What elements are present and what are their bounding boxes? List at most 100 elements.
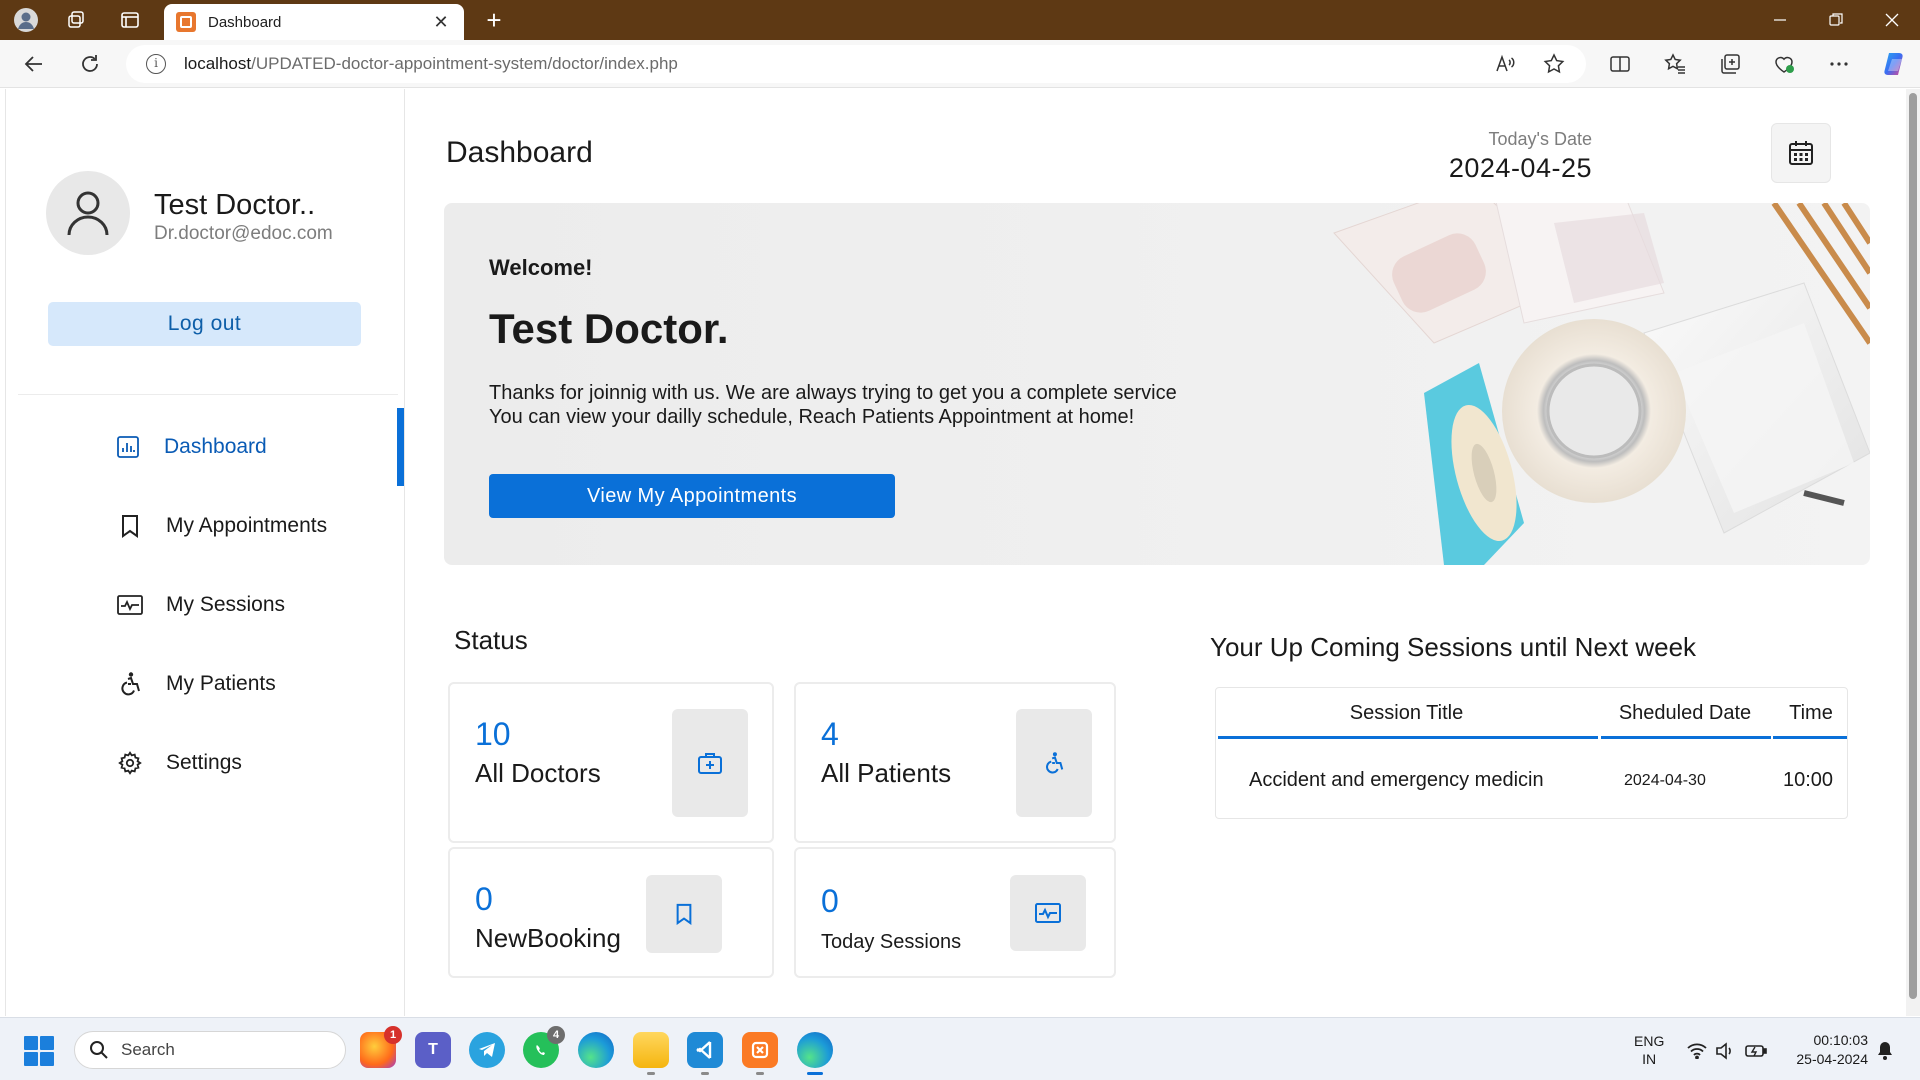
stat-card-all-patients[interactable]: 4 All Patients bbox=[794, 682, 1116, 843]
teams-app-icon[interactable]: T bbox=[415, 1032, 451, 1068]
stat-label: Today Sessions bbox=[821, 931, 962, 953]
column-header-session-title[interactable]: Session Title bbox=[1216, 702, 1597, 725]
whatsapp-app-icon[interactable]: 4 bbox=[523, 1026, 565, 1068]
stat-card-today-sessions[interactable]: 0 Today Sessions bbox=[794, 847, 1116, 978]
refresh-button[interactable] bbox=[74, 48, 106, 80]
profile-avatar-icon[interactable] bbox=[12, 6, 40, 34]
calendar-button[interactable] bbox=[1771, 123, 1831, 183]
browser-titlebar: Dashboard ✕ + bbox=[0, 0, 1920, 40]
browser-tab[interactable]: Dashboard ✕ bbox=[164, 4, 464, 40]
sidebar-divider bbox=[18, 394, 398, 395]
session-time-cell: 10:00 bbox=[1783, 769, 1834, 791]
telegram-app-icon[interactable] bbox=[469, 1032, 505, 1068]
favorites-icon[interactable] bbox=[1661, 50, 1689, 78]
session-date-cell: 2024-04-30 bbox=[1624, 772, 1706, 789]
tab-close-icon[interactable]: ✕ bbox=[430, 12, 452, 33]
stat-value: 0 bbox=[475, 881, 493, 917]
workspaces-icon[interactable] bbox=[62, 6, 90, 34]
sidebar-item-my-appointments[interactable]: My Appointments bbox=[6, 487, 406, 565]
active-window-indicator bbox=[807, 1072, 823, 1075]
patient-icon bbox=[1016, 709, 1092, 817]
windows-start-icon[interactable] bbox=[24, 1036, 54, 1066]
wifi-icon[interactable] bbox=[1686, 1040, 1708, 1062]
site-info-icon[interactable]: i bbox=[146, 54, 166, 74]
url-bar[interactable]: i localhost/UPDATED-doctor-appointment-s… bbox=[126, 45, 1586, 83]
language-indicator[interactable]: ENG IN bbox=[1634, 1032, 1664, 1068]
welcome-banner: Welcome! Test Doctor. Thanks for joinnig… bbox=[444, 203, 1870, 565]
collections-icon[interactable] bbox=[1716, 50, 1744, 78]
date-label: Today's Date bbox=[1488, 129, 1593, 149]
view-appointments-button[interactable]: View My Appointments bbox=[489, 474, 895, 518]
sidebar-item-my-patients[interactable]: My Patients bbox=[6, 645, 406, 723]
notification-badge: 4 bbox=[547, 1026, 565, 1044]
stat-card-all-doctors[interactable]: 10 All Doctors bbox=[448, 682, 774, 843]
medical-supplies-illustration bbox=[1333, 203, 1870, 565]
dashboard-icon bbox=[114, 433, 142, 461]
volume-icon[interactable] bbox=[1714, 1040, 1736, 1062]
profile-name: Test Doctor.. bbox=[154, 189, 316, 221]
search-icon bbox=[90, 1041, 108, 1059]
new-tab-button[interactable]: + bbox=[478, 4, 510, 36]
more-menu-icon[interactable] bbox=[1825, 50, 1853, 78]
header-underline bbox=[1601, 736, 1771, 739]
close-window-button[interactable] bbox=[1864, 0, 1920, 40]
file-explorer-app-icon[interactable] bbox=[633, 1032, 669, 1075]
logout-button[interactable]: Log out bbox=[48, 302, 361, 346]
firefox-app-icon[interactable]: 1 bbox=[360, 1026, 402, 1068]
taskbar: Search 1 T 4 ENG IN 00:10:03 25-04-2024 bbox=[0, 1017, 1920, 1080]
browser-essentials-icon[interactable] bbox=[1770, 50, 1798, 78]
url-path: /UPDATED-doctor-appointment-system/docto… bbox=[251, 54, 678, 73]
stat-label: NewBooking bbox=[475, 923, 621, 953]
hero-line-2: You can view your dailly schedule, Reach… bbox=[489, 406, 1135, 428]
sidebar-item-settings[interactable]: Settings bbox=[6, 724, 406, 802]
bookmark-icon bbox=[646, 875, 722, 953]
column-header-scheduled-date[interactable]: Sheduled Date bbox=[1599, 702, 1771, 725]
address-toolbar: i localhost/UPDATED-doctor-appointment-s… bbox=[0, 40, 1920, 88]
xampp-favicon-icon bbox=[176, 12, 196, 32]
split-screen-icon[interactable] bbox=[1606, 50, 1634, 78]
edge-app-icon[interactable] bbox=[578, 1032, 614, 1068]
stat-card-new-booking[interactable]: 0 NewBooking bbox=[448, 847, 774, 978]
sidebar-item-label: My Patients bbox=[166, 672, 276, 695]
favorite-star-icon[interactable] bbox=[1540, 50, 1568, 78]
minimize-button[interactable] bbox=[1752, 0, 1808, 40]
taskbar-search[interactable]: Search bbox=[74, 1031, 346, 1069]
system-clock[interactable]: 00:10:03 25-04-2024 bbox=[1782, 1031, 1868, 1069]
active-indicator bbox=[397, 408, 404, 486]
tab-title: Dashboard bbox=[208, 13, 282, 31]
hero-description: Thanks for joinnig with us. We are alway… bbox=[489, 381, 1177, 429]
copilot-icon[interactable] bbox=[1878, 47, 1912, 81]
region-code: IN bbox=[1642, 1051, 1657, 1067]
session-icon bbox=[116, 591, 144, 619]
tab-actions-icon[interactable] bbox=[116, 6, 144, 34]
user-icon bbox=[67, 191, 109, 236]
running-indicator bbox=[701, 1072, 709, 1075]
notification-bell-icon[interactable] bbox=[1874, 1040, 1896, 1062]
page-scrollbar[interactable] bbox=[1906, 89, 1920, 1016]
read-aloud-icon[interactable] bbox=[1491, 50, 1519, 78]
back-button[interactable] bbox=[18, 48, 50, 80]
edge-active-app-icon[interactable] bbox=[797, 1032, 833, 1075]
profile-avatar bbox=[46, 171, 130, 255]
doctor-kit-icon bbox=[672, 709, 748, 817]
running-indicator bbox=[647, 1072, 655, 1075]
sidebar: Test Doctor.. Dr.doctor@edoc.com Log out… bbox=[5, 89, 405, 1016]
stat-label: All Doctors bbox=[475, 758, 601, 788]
hero-welcome: Welcome! bbox=[489, 255, 593, 280]
xampp-app-icon[interactable] bbox=[742, 1032, 778, 1075]
sidebar-item-my-sessions[interactable]: My Sessions bbox=[6, 566, 406, 644]
sidebar-item-label: Dashboard bbox=[164, 435, 267, 458]
sidebar-item-label: My Sessions bbox=[166, 593, 286, 616]
profile-email: Dr.doctor@edoc.com bbox=[154, 223, 333, 244]
column-header-time[interactable]: Time bbox=[1773, 702, 1849, 725]
status-title: Status bbox=[454, 625, 528, 655]
vscode-app-icon[interactable] bbox=[687, 1032, 723, 1075]
battery-icon[interactable] bbox=[1745, 1040, 1767, 1062]
main-content: Dashboard Today's Date 2024-04-25 Welcom… bbox=[406, 89, 1906, 1016]
restore-button[interactable] bbox=[1808, 0, 1864, 40]
date-value: 2024-04-25 bbox=[1448, 153, 1592, 183]
session-title-cell: Accident and emergency medicin bbox=[1249, 769, 1544, 791]
sidebar-item-dashboard[interactable]: Dashboard bbox=[6, 408, 406, 486]
scrollbar-thumb[interactable] bbox=[1909, 93, 1917, 999]
clock-date: 25-04-2024 bbox=[1796, 1051, 1868, 1067]
